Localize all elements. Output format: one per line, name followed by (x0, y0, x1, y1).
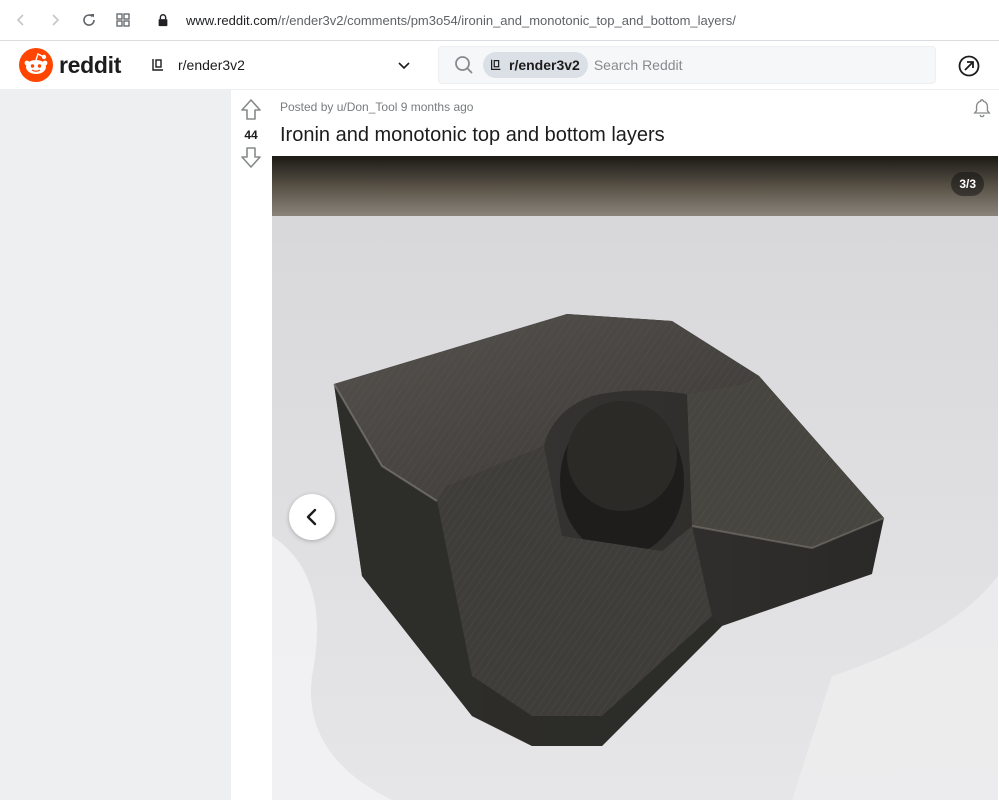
post-title[interactable]: Ironin and monotonic top and bottom laye… (280, 124, 665, 147)
community-icon (152, 59, 163, 71)
open-external-button[interactable] (956, 53, 982, 79)
post-card: 44 Posted by u/Don_Tool 9 months ago Iro… (231, 90, 999, 800)
back-button[interactable] (4, 3, 38, 37)
search-community-chip[interactable]: r/ender3v2 (483, 52, 588, 78)
forward-arrow-icon (52, 14, 60, 26)
browser-toolbar: www.reddit.com/r/ender3v2/comments/pm3o5… (0, 0, 999, 41)
downvote-button[interactable] (240, 145, 262, 169)
community-name: r/ender3v2 (178, 57, 245, 73)
vote-column: 44 (231, 90, 271, 800)
search-input[interactable]: Search Reddit (594, 57, 683, 73)
url-path: /r/ender3v2/comments/pm3o54/ironin_and_m… (277, 12, 736, 28)
expand-arrow-icon (958, 55, 980, 77)
upvote-arrow-icon (241, 99, 261, 120)
search-bar[interactable]: r/ender3v2 Search Reddit (438, 46, 936, 84)
lock-icon[interactable] (154, 11, 172, 29)
post-meta[interactable]: Posted by u/Don_Tool 9 months ago (280, 100, 473, 114)
reddit-header: reddit r/ender3v2 r/ender3v2 Search Redd… (0, 41, 999, 90)
reddit-wordmark: reddit (59, 51, 122, 78)
chevron-down-icon (398, 62, 410, 70)
url-host: www.reddit.com (186, 12, 278, 28)
downvote-arrow-icon (241, 147, 261, 168)
forward-button[interactable] (38, 3, 72, 37)
apps-grid-icon (116, 13, 130, 27)
print-photo (272, 156, 998, 800)
community-chip-icon (491, 59, 501, 70)
bell-icon (973, 99, 991, 118)
search-icon (453, 54, 475, 76)
notification-bell-button[interactable] (971, 97, 993, 119)
upvote-button[interactable] (240, 98, 262, 122)
chevron-left-icon (306, 508, 317, 526)
reload-icon (83, 14, 95, 26)
reddit-logo[interactable]: reddit (19, 48, 121, 82)
post-gallery-image[interactable]: 3/3 (272, 156, 998, 800)
reddit-snoo-icon (19, 48, 53, 82)
gallery-counter: 3/3 (951, 172, 984, 196)
vote-count: 44 (244, 128, 258, 142)
gallery-prev-button[interactable] (289, 494, 335, 540)
address-bar[interactable]: www.reddit.com/r/ender3v2/comments/pm3o5… (186, 13, 736, 28)
community-dropdown[interactable]: r/ender3v2 (150, 49, 420, 81)
page-background (0, 90, 231, 800)
reload-button[interactable] (72, 3, 106, 37)
apps-button[interactable] (106, 3, 140, 37)
back-arrow-icon (16, 14, 24, 26)
search-chip-label: r/ender3v2 (509, 57, 580, 73)
